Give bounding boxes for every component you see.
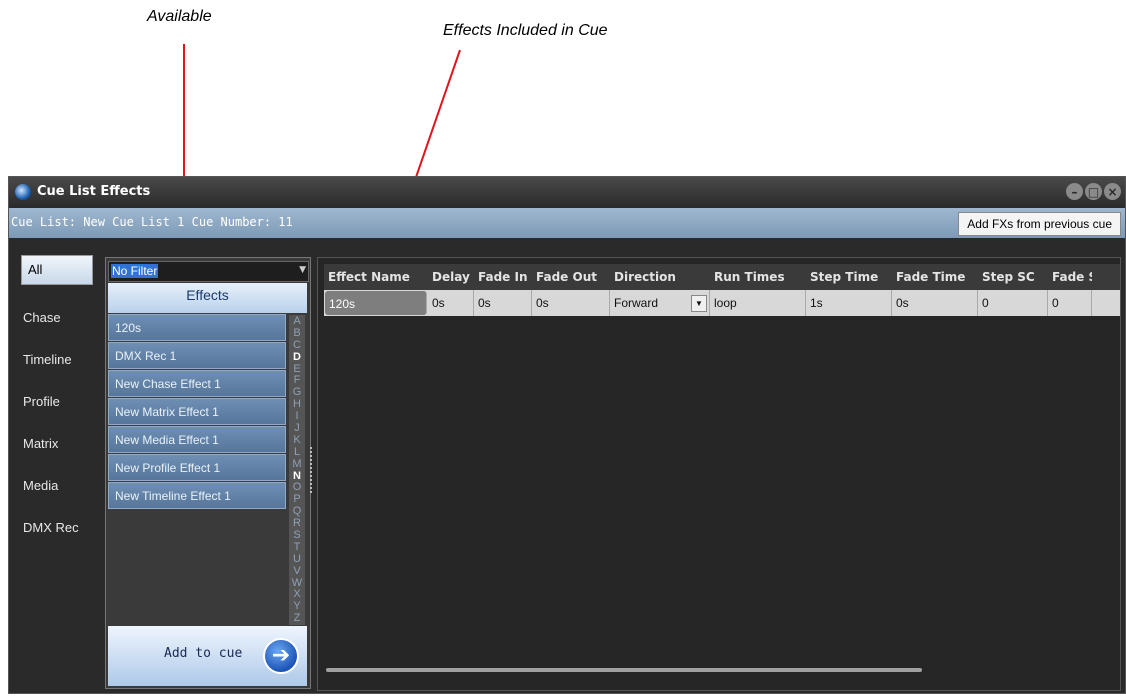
column-header[interactable]: Fade Out	[532, 264, 610, 290]
alphabet-letter[interactable]: N	[289, 470, 305, 482]
column-header[interactable]: Fade Time	[892, 264, 978, 290]
list-item[interactable]: DMX Rec 1	[108, 342, 286, 369]
alphabet-letter[interactable]: Z	[289, 612, 305, 624]
alphabet-letter[interactable]: R	[289, 517, 305, 529]
chevron-down-icon[interactable]: ▼	[691, 295, 707, 312]
column-header[interactable]: Fade In	[474, 264, 532, 290]
add-to-cue-label: Add to cue	[164, 646, 243, 661]
chevron-down-icon[interactable]: ▼	[299, 265, 306, 275]
tab-dmx-rec[interactable]: DMX Rec	[17, 507, 97, 549]
panel-splitter[interactable]	[310, 447, 315, 493]
alphabet-letter[interactable]: V	[289, 565, 305, 577]
cue-info-text: Cue List: New Cue List 1 Cue Number: 11	[11, 215, 293, 229]
effects-list: 120s DMX Rec 1 New Chase Effect 1 New Ma…	[108, 314, 286, 510]
alphabet-letter[interactable]: W	[289, 577, 305, 589]
column-header[interactable]: Fade S	[1048, 264, 1092, 290]
alphabet-letter[interactable]: L	[289, 446, 305, 458]
alphabet-letter[interactable]: C	[289, 339, 305, 351]
filter-dropdown[interactable]: No Filter ▼	[108, 261, 309, 282]
alphabet-letter[interactable]: A	[289, 315, 305, 327]
cue-info-bar: Cue List: New Cue List 1 Cue Number: 11 …	[9, 208, 1125, 238]
filter-value: No Filter	[111, 264, 159, 278]
step-time-cell[interactable]: 1s	[806, 290, 892, 316]
alphabet-letter[interactable]: B	[289, 327, 305, 339]
included-effects-panel: Effect Name Delay Fade In Fade Out Direc…	[317, 257, 1121, 691]
alphabet-letter[interactable]: K	[289, 434, 305, 446]
list-item[interactable]: 120s	[108, 314, 286, 341]
alphabet-letter[interactable]: E	[289, 363, 305, 375]
column-header[interactable]: Delay	[428, 264, 474, 290]
column-header[interactable]: Direction	[610, 264, 710, 290]
list-item[interactable]: New Timeline Effect 1	[108, 482, 286, 509]
run-times-cell[interactable]: loop	[710, 290, 806, 316]
alphabet-letter[interactable]: D	[289, 351, 305, 363]
alphabet-letter[interactable]: P	[289, 493, 305, 505]
alphabet-letter[interactable]: M	[289, 458, 305, 470]
add-fxs-from-previous-cue-button[interactable]: Add FXs from previous cue	[958, 212, 1121, 236]
window-title: Cue List Effects	[37, 184, 151, 199]
fade-s-cell[interactable]: 0	[1048, 290, 1092, 316]
add-to-cue-button[interactable]: Add to cue ➔	[108, 626, 307, 686]
alphabet-letter[interactable]: H	[289, 398, 305, 410]
direction-value: Forward	[614, 296, 659, 310]
delay-cell[interactable]: 0s	[428, 290, 474, 316]
list-item[interactable]: New Profile Effect 1	[108, 454, 286, 481]
category-tabs: All Chase Timeline Profile Matrix Media …	[17, 253, 97, 549]
maximize-icon[interactable]: □	[1085, 183, 1102, 200]
alphabet-letter[interactable]: J	[289, 422, 305, 434]
tab-profile[interactable]: Profile	[17, 381, 97, 423]
tab-media[interactable]: Media	[17, 465, 97, 507]
tab-matrix[interactable]: Matrix	[17, 423, 97, 465]
alphabet-letter[interactable]: O	[289, 481, 305, 494]
close-icon[interactable]: ×	[1104, 183, 1121, 200]
alphabet-letter[interactable]: U	[289, 553, 305, 565]
column-header[interactable]: Step Time	[806, 264, 892, 290]
list-item[interactable]: New Matrix Effect 1	[108, 398, 286, 425]
fade-time-cell[interactable]: 0s	[892, 290, 978, 316]
alphabet-letter[interactable]: S	[289, 529, 305, 541]
title-bar[interactable]: Cue List Effects – □ ×	[9, 177, 1125, 207]
fade-out-cell[interactable]: 0s	[532, 290, 610, 316]
alphabet-letter[interactable]: I	[289, 410, 305, 422]
tab-all[interactable]: All	[21, 255, 93, 285]
step-sc-cell[interactable]: 0	[978, 290, 1048, 316]
minimize-icon[interactable]: –	[1066, 183, 1083, 200]
effects-header: Effects	[108, 283, 307, 313]
alphabet-letter[interactable]: Q	[289, 505, 305, 517]
tab-timeline[interactable]: Timeline	[17, 339, 97, 381]
effect-name-cell[interactable]: 120s	[325, 291, 427, 315]
list-item[interactable]: New Media Effect 1	[108, 426, 286, 453]
table-row[interactable]: 120s 0s 0s 0s Forward ▼ loop 1s 0s 0 0	[324, 290, 1120, 316]
fade-in-cell[interactable]: 0s	[474, 290, 532, 316]
list-item[interactable]: New Chase Effect 1	[108, 370, 286, 397]
direction-cell[interactable]: Forward ▼	[610, 290, 710, 316]
tab-chase[interactable]: Chase	[17, 297, 97, 339]
alphabet-letter[interactable]: Y	[289, 600, 305, 612]
effects-grid: Effect Name Delay Fade In Fade Out Direc…	[324, 264, 1120, 316]
horizontal-scrollbar[interactable]	[326, 668, 922, 672]
alphabet-index[interactable]: ABCDEFGHIJKLMNOPQRSTUVWXYZ	[289, 315, 305, 625]
alphabet-letter[interactable]: X	[289, 588, 305, 601]
arrow-right-icon[interactable]: ➔	[263, 638, 299, 674]
alphabet-letter[interactable]: T	[289, 541, 305, 553]
alphabet-letter[interactable]: F	[289, 374, 305, 387]
cue-list-effects-window: Cue List Effects – □ × Cue List: New Cue…	[8, 176, 1126, 694]
column-header[interactable]: Effect Name	[324, 264, 428, 290]
app-logo-icon	[15, 184, 31, 200]
available-effects-panel: No Filter ▼ Effects 120s DMX Rec 1 New C…	[105, 257, 311, 689]
grid-header-row: Effect Name Delay Fade In Fade Out Direc…	[324, 264, 1120, 290]
alphabet-letter[interactable]: G	[289, 386, 305, 398]
column-header[interactable]: Step SC	[978, 264, 1048, 290]
column-header[interactable]: Run Times	[710, 264, 806, 290]
